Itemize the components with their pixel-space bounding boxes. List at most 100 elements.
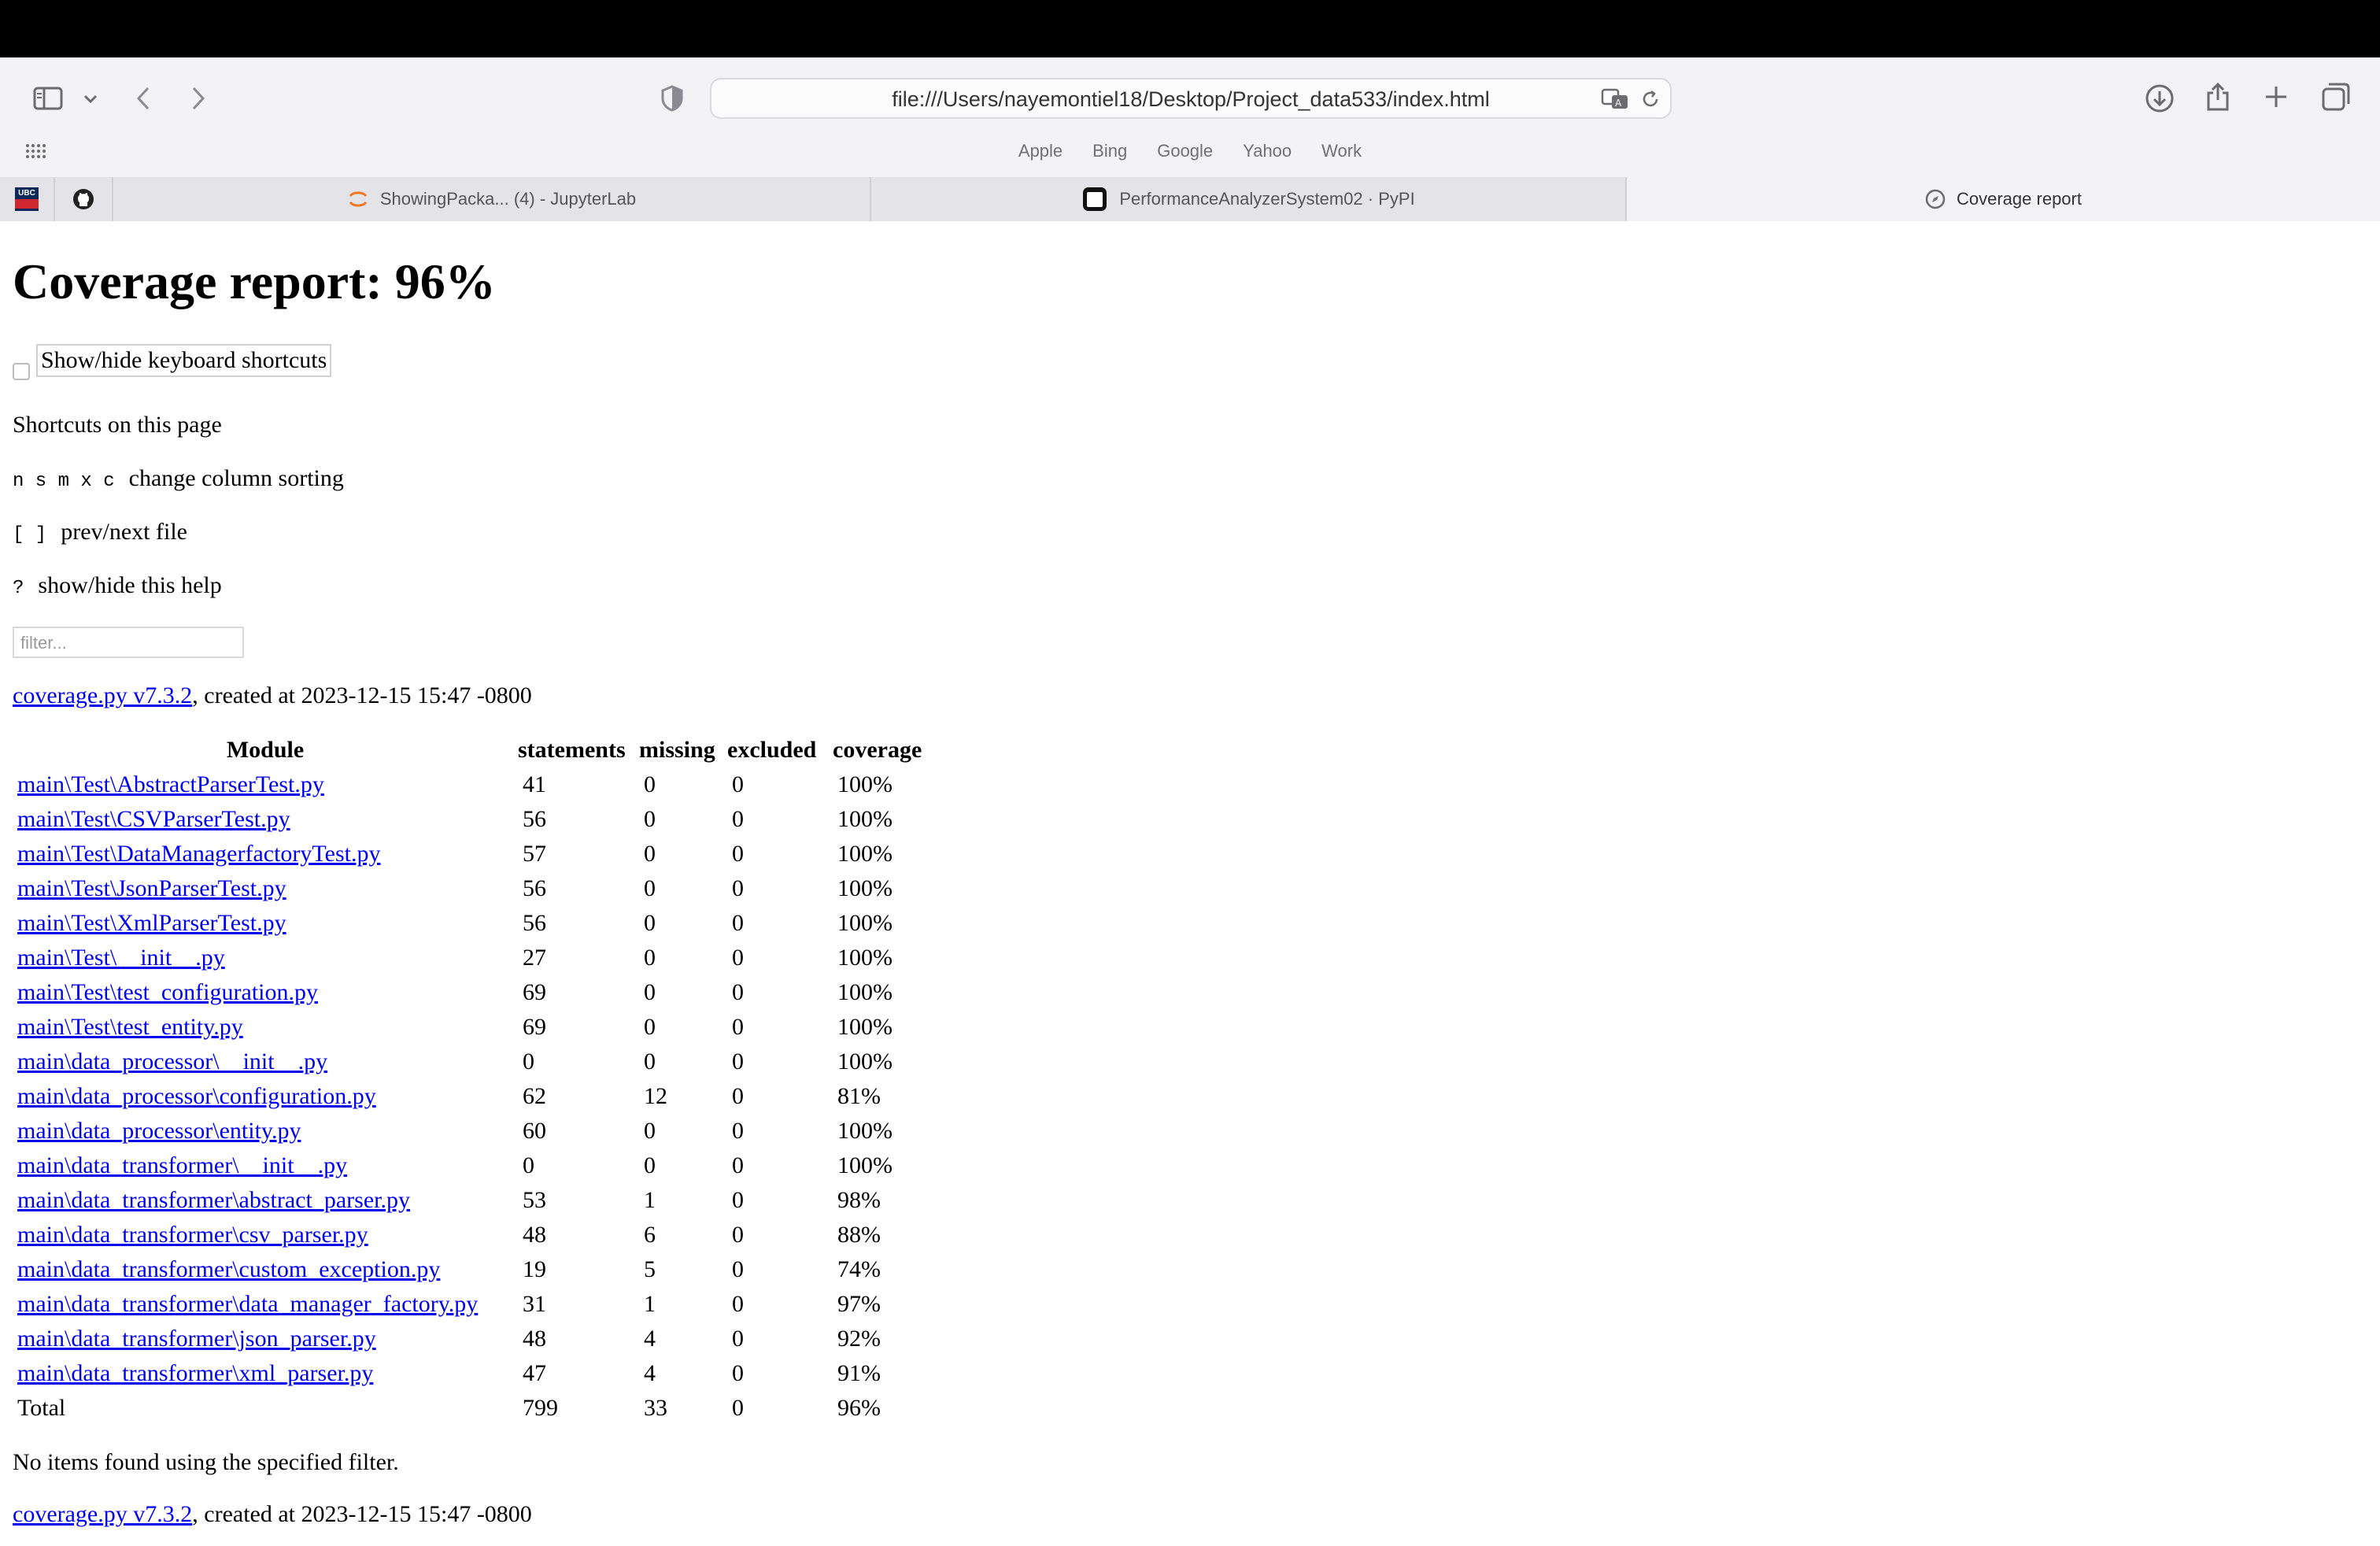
table-row: main\Test\test_configuration.py 69 0 0 100% <box>13 975 937 1010</box>
module-link[interactable]: main\data_transformer\data_manager_facto… <box>17 1291 478 1317</box>
module-cell: main\Test\DataManagerfactoryTest.py <box>13 837 518 871</box>
module-cell: main\data_transformer\data_manager_facto… <box>13 1287 518 1322</box>
page-content: Coverage report: 96% Show/hide keyboard … <box>0 221 2380 1546</box>
statements-cell: 48 <box>523 1326 546 1352</box>
footer-created-at-text: , created at 2023-12-15 15:47 -0800 <box>192 1501 532 1527</box>
shortcuts-checkbox[interactable] <box>13 363 30 380</box>
table-row: main\Test\XmlParserTest.py 56 0 0 100% <box>13 906 937 941</box>
module-link[interactable]: main\Test\test_configuration.py <box>17 979 318 1005</box>
column-header-excluded[interactable]: excluded <box>727 733 833 767</box>
module-cell: main\Test\test_entity.py <box>13 1010 518 1045</box>
module-link[interactable]: main\Test\test_entity.py <box>17 1014 243 1040</box>
chevron-down-icon[interactable] <box>79 87 102 111</box>
statements-cell: 48 <box>523 1222 546 1248</box>
forward-icon[interactable] <box>186 81 211 116</box>
footer-coverage-version-link[interactable]: coverage.py v7.3.2 <box>13 1501 192 1527</box>
excluded-cell: 0 <box>732 771 744 797</box>
module-link[interactable]: main\data_transformer\csv_parser.py <box>17 1222 368 1248</box>
tab-jupyterlab[interactable]: ShowingPacka... (4) - JupyterLab <box>113 177 871 221</box>
statements-cell: 0 <box>523 1152 534 1178</box>
pinned-tab-ubc[interactable]: UBC <box>0 177 55 221</box>
statements-cell: 62 <box>523 1083 546 1109</box>
column-header-coverage[interactable]: coverage <box>833 733 937 767</box>
github-icon <box>73 189 94 209</box>
column-header-module[interactable]: Module <box>13 733 518 767</box>
shortcuts-toggle-row: Show/hide keyboard shortcuts <box>13 344 332 380</box>
module-cell: main\data_transformer\json_parser.py <box>13 1322 518 1356</box>
show-hide-shortcuts-button[interactable]: Show/hide keyboard shortcuts <box>36 344 332 377</box>
module-link[interactable]: main\data_processor\entity.py <box>17 1118 301 1144</box>
column-header-missing[interactable]: missing <box>639 733 727 767</box>
table-row: main\data_processor\entity.py 60 0 0 100% <box>13 1114 937 1148</box>
tab-overview-icon[interactable] <box>2317 78 2355 116</box>
table-row: main\Test\JsonParserTest.py 56 0 0 100% <box>13 871 937 906</box>
back-icon[interactable] <box>131 81 156 116</box>
address-bar-url[interactable]: file:///Users/nayemontiel18/Desktop/Proj… <box>711 87 1670 112</box>
translate-icon[interactable]: A <box>1599 86 1631 113</box>
module-link[interactable]: main\Test\JsonParserTest.py <box>17 875 286 901</box>
favorite-yahoo[interactable]: Yahoo <box>1243 141 1292 165</box>
favorite-work[interactable]: Work <box>1321 141 1362 165</box>
favorite-google[interactable]: Google <box>1157 141 1213 165</box>
missing-cell: 1 <box>644 1187 656 1213</box>
statements-cell: 56 <box>523 806 546 832</box>
total-missing: 33 <box>644 1395 667 1421</box>
address-bar[interactable]: file:///Users/nayemontiel18/Desktop/Proj… <box>710 78 1672 119</box>
module-link[interactable]: main\Test\CSVParserTest.py <box>17 806 290 832</box>
jupyter-icon <box>349 191 368 207</box>
module-link[interactable]: main\data_transformer\xml_parser.py <box>17 1360 373 1386</box>
module-link[interactable]: main\data_processor\configuration.py <box>17 1083 376 1109</box>
module-link[interactable]: main\Test\XmlParserTest.py <box>17 910 286 936</box>
tab-pypi[interactable]: PerformanceAnalyzerSystem02 · PyPI <box>871 177 1627 221</box>
coverage-cell: 100% <box>837 1118 893 1144</box>
excluded-cell: 0 <box>732 841 744 867</box>
module-cell: main\data_transformer\abstract_parser.py <box>13 1183 518 1218</box>
favorite-bing[interactable]: Bing <box>1092 141 1127 165</box>
share-icon[interactable] <box>2201 78 2235 116</box>
missing-cell: 4 <box>644 1326 656 1352</box>
coverage-cell: 100% <box>837 841 893 867</box>
shortcut-desc: prev/next file <box>61 519 187 545</box>
favorite-apple[interactable]: Apple <box>1018 141 1062 165</box>
module-link[interactable]: main\data_processor\__init__.py <box>17 1049 327 1074</box>
module-link[interactable]: main\Test\__init__.py <box>17 945 225 971</box>
pypi-icon <box>1083 187 1107 211</box>
module-link[interactable]: main\Test\AbstractParserTest.py <box>17 771 324 797</box>
module-link[interactable]: main\data_transformer\__init__.py <box>17 1152 347 1178</box>
total-excluded: 0 <box>732 1395 744 1421</box>
column-header-statements[interactable]: statements <box>518 733 639 767</box>
tab-coverage-report[interactable]: Coverage report <box>1627 177 2380 221</box>
statements-cell: 41 <box>523 771 546 797</box>
coverage-cell: 91% <box>837 1360 881 1386</box>
module-cell: main\Test\__init__.py <box>13 941 518 975</box>
missing-cell: 5 <box>644 1256 656 1282</box>
sidebar-toggle-icon[interactable] <box>28 81 68 116</box>
module-cell: main\Test\JsonParserTest.py <box>13 871 518 906</box>
coverage-cell: 92% <box>837 1326 881 1352</box>
shortcut-row: n s m x c change column sorting <box>13 465 344 492</box>
privacy-shield-icon[interactable] <box>656 83 688 114</box>
table-row: main\data_transformer\abstract_parser.py… <box>13 1183 937 1218</box>
module-link[interactable]: main\data_transformer\abstract_parser.py <box>17 1187 410 1213</box>
coverage-version-link[interactable]: coverage.py v7.3.2 <box>13 682 192 708</box>
missing-cell: 0 <box>644 1014 656 1040</box>
tab-coverage-report-label: Coverage report <box>1957 189 2082 209</box>
new-tab-icon[interactable] <box>2259 80 2293 114</box>
missing-cell: 0 <box>644 1118 656 1144</box>
shortcuts-heading: Shortcuts on this page <box>13 412 222 438</box>
module-link[interactable]: main\data_transformer\custom_exception.p… <box>17 1256 440 1282</box>
no-items-message: No items found using the specified filte… <box>13 1449 399 1475</box>
excluded-cell: 0 <box>732 875 744 901</box>
excluded-cell: 0 <box>732 1083 744 1109</box>
module-link[interactable]: main\data_transformer\json_parser.py <box>17 1326 376 1352</box>
filter-input[interactable]: filter... <box>13 627 244 658</box>
module-cell: main\data_transformer\custom_exception.p… <box>13 1252 518 1287</box>
module-link[interactable]: main\Test\DataManagerfactoryTest.py <box>17 841 380 867</box>
excluded-cell: 0 <box>732 1222 744 1248</box>
reload-icon[interactable] <box>1637 86 1664 113</box>
pinned-tab-github[interactable] <box>55 177 113 221</box>
shortcut-row: ? show/hide this help <box>13 572 222 599</box>
downloads-icon[interactable] <box>2141 80 2179 117</box>
missing-cell: 12 <box>644 1083 667 1109</box>
excluded-cell: 0 <box>732 1014 744 1040</box>
